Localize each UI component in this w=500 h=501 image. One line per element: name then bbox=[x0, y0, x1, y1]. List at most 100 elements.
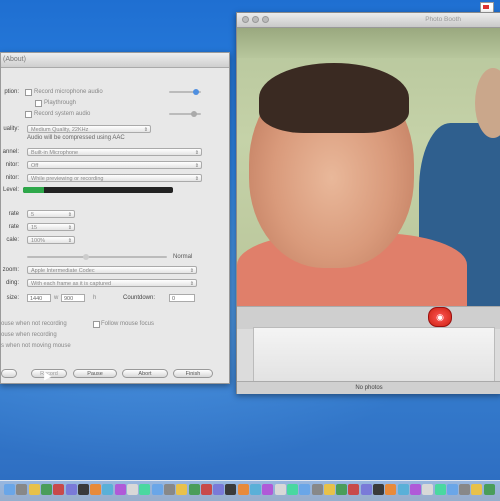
dock-app-icon[interactable] bbox=[114, 484, 126, 495]
dock-app-icon[interactable] bbox=[213, 484, 225, 495]
check1-label: ouse when not recording bbox=[1, 321, 67, 327]
dock-app-icon[interactable] bbox=[483, 484, 495, 495]
width-unit: w bbox=[54, 295, 59, 301]
monitor-label: nitor: bbox=[5, 162, 19, 168]
dock-app-icon[interactable] bbox=[139, 484, 151, 495]
dock-app-icon[interactable] bbox=[65, 484, 77, 495]
photobooth-window: Photo Booth ◉ No photos bbox=[236, 12, 500, 394]
mic-volume-slider[interactable] bbox=[169, 89, 201, 95]
dock-app-icon[interactable] bbox=[274, 484, 286, 495]
dock-app-icon[interactable] bbox=[323, 484, 335, 495]
close-button[interactable] bbox=[242, 16, 249, 23]
dock-app-icon[interactable] bbox=[200, 484, 212, 495]
check4-label: s when not moving mouse bbox=[1, 343, 71, 349]
playthrough-checkbox[interactable] bbox=[35, 100, 42, 107]
dock-app-icon[interactable] bbox=[286, 484, 298, 495]
channel-label: annel: bbox=[2, 149, 19, 155]
pause-button[interactable]: Pause bbox=[73, 369, 117, 378]
zoom-row: zoom: Apple Intermediate Codec bbox=[1, 265, 229, 275]
left-button[interactable] bbox=[1, 369, 17, 378]
codec-select[interactable]: Apple Intermediate Codec bbox=[27, 266, 197, 275]
video-quality-slider[interactable] bbox=[27, 254, 167, 260]
scale-row: cale: 100% bbox=[1, 235, 229, 245]
dock-app-icon[interactable] bbox=[250, 484, 261, 495]
dock-app-icon[interactable] bbox=[336, 484, 348, 495]
dock-app-icon[interactable] bbox=[459, 484, 471, 495]
dock-app-icon[interactable] bbox=[90, 484, 102, 495]
quality-select[interactable]: Medium Quality, 22KHz bbox=[27, 125, 151, 134]
rate1-select[interactable]: 5 bbox=[27, 210, 75, 219]
check-row-2: ouse when recording bbox=[1, 330, 229, 340]
scale-select[interactable]: 100% bbox=[27, 236, 75, 245]
size-row: size: 1440 w 900 h Countdown: 0 bbox=[1, 293, 229, 303]
follow-mouse-label: Follow mouse focus bbox=[101, 321, 155, 327]
finish-button[interactable]: Finish bbox=[173, 369, 213, 378]
dock-app-icon[interactable] bbox=[163, 484, 175, 495]
monitor-select[interactable]: Off bbox=[27, 161, 202, 170]
no-photos-label: No photos bbox=[237, 381, 500, 394]
dock-app-icon[interactable] bbox=[151, 484, 163, 495]
monitor2-label: nitor: bbox=[5, 175, 19, 181]
system-volume-knob[interactable] bbox=[191, 111, 197, 117]
dock-app-icon[interactable] bbox=[373, 484, 384, 495]
height-unit: h bbox=[93, 295, 97, 301]
recorder-title: (About) bbox=[1, 53, 229, 68]
audio-level-fill bbox=[23, 187, 44, 193]
record-mic-label: Record microphone audio bbox=[34, 89, 103, 95]
photobooth-titlebar: Photo Booth bbox=[237, 13, 500, 28]
dock-app-icon[interactable] bbox=[237, 484, 249, 495]
source-label: ption: bbox=[4, 89, 19, 95]
frame-select[interactable]: With each frame as it is captured bbox=[27, 279, 197, 288]
playthrough-row: Playthrough bbox=[1, 98, 229, 108]
dock-app-icon[interactable] bbox=[225, 484, 237, 495]
dock-app-icon[interactable] bbox=[16, 484, 28, 495]
dock-app-icon[interactable] bbox=[385, 484, 397, 495]
rate1-row: rate 5 bbox=[1, 209, 229, 219]
dock-app-icon[interactable] bbox=[311, 484, 323, 495]
audio-source-row: ption: Record microphone audio bbox=[1, 87, 229, 97]
system-volume-slider[interactable] bbox=[169, 111, 201, 117]
record-system-checkbox[interactable] bbox=[25, 111, 32, 118]
channel-row: annel: Built-in Microphone bbox=[1, 147, 229, 157]
dock-app-icon[interactable] bbox=[409, 484, 421, 495]
mic-volume-knob[interactable] bbox=[193, 89, 199, 95]
minimize-button[interactable] bbox=[252, 16, 259, 23]
check-row-1: ouse when not recording Follow mouse foc… bbox=[1, 319, 229, 329]
monitor2-select[interactable]: While previewing or recording bbox=[27, 174, 202, 183]
dock-app-icon[interactable] bbox=[446, 484, 458, 495]
width-field[interactable]: 1440 bbox=[27, 294, 51, 302]
zoom-button[interactable] bbox=[262, 16, 269, 23]
follow-mouse-checkbox[interactable] bbox=[93, 321, 100, 328]
dock-app-icon[interactable] bbox=[360, 484, 372, 495]
dock-app-icon[interactable] bbox=[102, 484, 114, 495]
background-wall bbox=[237, 28, 500, 58]
height-field[interactable]: 900 bbox=[61, 294, 85, 302]
dock-app-icon[interactable] bbox=[299, 484, 311, 495]
dock-app-icon[interactable] bbox=[28, 484, 40, 495]
dock-app-icon[interactable] bbox=[188, 484, 200, 495]
video-quality-knob[interactable] bbox=[83, 254, 89, 260]
dock-app-icon[interactable] bbox=[422, 484, 434, 495]
dock-app-icon[interactable] bbox=[77, 484, 89, 495]
camera-icon[interactable]: ◉ bbox=[428, 307, 452, 327]
dock-app-icon[interactable] bbox=[127, 484, 138, 495]
rate2-select[interactable]: 15 bbox=[27, 223, 75, 232]
abort-button[interactable]: Abort bbox=[122, 369, 168, 378]
dock-app-icon[interactable] bbox=[4, 484, 15, 495]
record-mic-checkbox[interactable] bbox=[25, 89, 32, 96]
camera-preview bbox=[237, 28, 500, 306]
dock-app-icon[interactable] bbox=[40, 484, 52, 495]
dock-app-icon[interactable] bbox=[397, 484, 409, 495]
recorder-window: (About) ption: Record microphone audio P… bbox=[0, 52, 230, 384]
record-system-row: Record system audio bbox=[1, 109, 229, 119]
dock-app-icon[interactable] bbox=[434, 484, 446, 495]
dock-app-icon[interactable] bbox=[176, 484, 188, 495]
dock-app-icon[interactable] bbox=[471, 484, 483, 495]
countdown-field[interactable]: 0 bbox=[169, 294, 195, 302]
dock-app-icon[interactable] bbox=[53, 484, 65, 495]
check3-label: ouse when recording bbox=[1, 332, 57, 338]
normal-label: Normal bbox=[173, 254, 193, 260]
dock-app-icon[interactable] bbox=[348, 484, 360, 495]
dock-app-icon[interactable] bbox=[262, 484, 274, 495]
channel-select[interactable]: Built-in Microphone bbox=[27, 148, 202, 157]
